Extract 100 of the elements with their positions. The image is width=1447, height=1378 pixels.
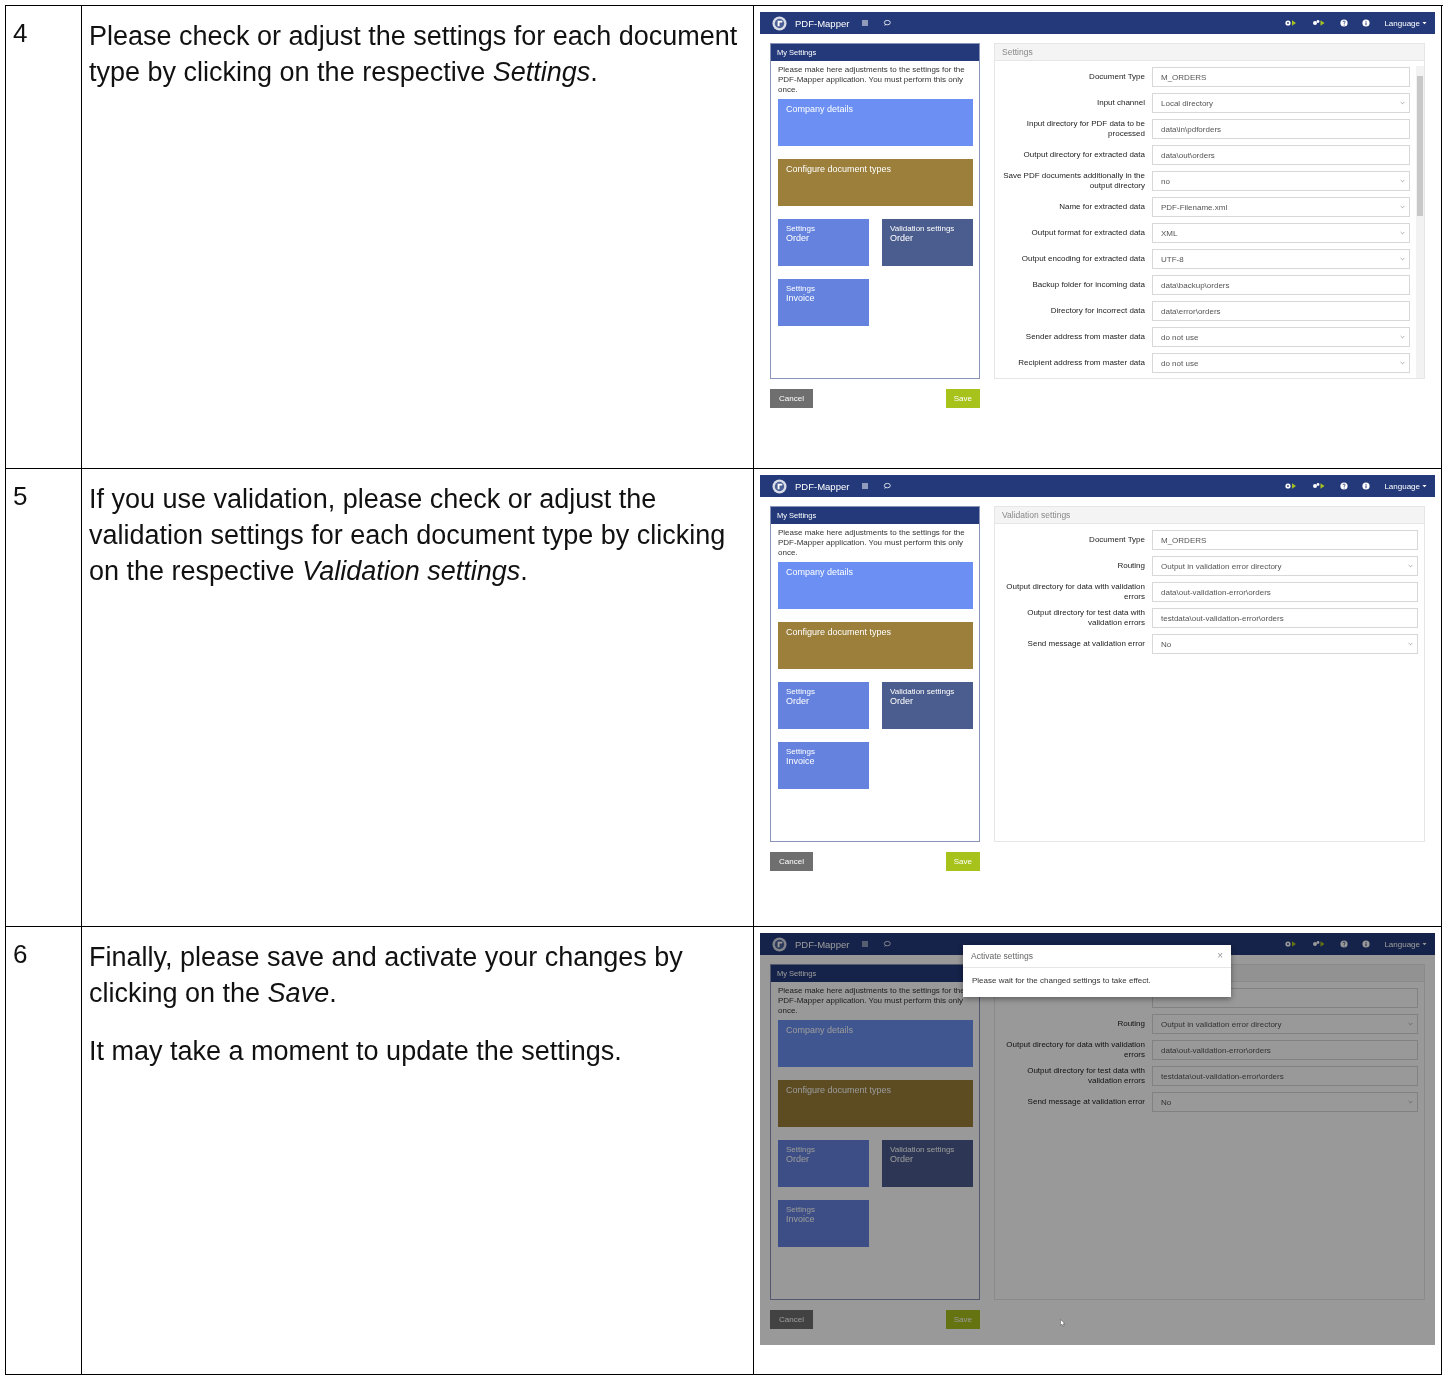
menu-icon[interactable] <box>861 482 870 490</box>
field-label: Output encoding for extracted data <box>1021 254 1145 263</box>
settings-tile[interactable]: Validation settings Order <box>882 1140 973 1187</box>
dropdown-field[interactable]: no <box>1152 171 1410 191</box>
panel-title: Settings <box>1002 47 1033 57</box>
chevron-down-icon <box>1408 564 1413 568</box>
chat-bubble-icon[interactable] <box>883 940 892 948</box>
help-icon[interactable] <box>1340 940 1349 948</box>
panel-intro: Please make here adjustments to the settings for the PDF-Mapper application. You must perform this only once. <box>777 64 966 96</box>
field-label: Name for extracted data <box>1059 202 1145 211</box>
settings-tile[interactable]: Company details <box>778 1020 973 1067</box>
language-menu[interactable]: Language <box>1384 939 1427 949</box>
caret-icon <box>1422 942 1427 946</box>
input-field[interactable]: testdata\out-validation-error\orders <box>1152 1066 1418 1086</box>
settings-tile[interactable]: Settings Order <box>778 1140 869 1187</box>
panel-intro: Please make here adjustments to the settings for the PDF-Mapper application. You must perform this only once. <box>777 527 966 559</box>
step-number: 4 <box>13 18 28 48</box>
field-label: Routing <box>1117 1019 1145 1028</box>
field-label: Routing <box>1117 561 1145 570</box>
menu-icon[interactable] <box>861 19 870 27</box>
help-icon[interactable] <box>1340 482 1349 490</box>
scrollbar[interactable] <box>1416 66 1424 378</box>
caret-icon <box>1422 21 1427 25</box>
input-field[interactable]: data\backup\orders <box>1152 275 1410 295</box>
mouse-cursor-icon <box>1060 1319 1066 1327</box>
input-field[interactable]: data\out-validation-error\orders <box>1152 1040 1418 1060</box>
chat-bubble-icon[interactable] <box>883 19 892 27</box>
field-label: Output directory for test data with validation errors <box>1027 608 1145 627</box>
info-icon[interactable] <box>1362 19 1371 27</box>
settings-tile[interactable]: Company details <box>778 562 973 609</box>
logo-icon <box>772 15 787 31</box>
cancel-button[interactable]: Cancel <box>770 852 813 871</box>
language-menu[interactable]: Language <box>1384 18 1427 28</box>
field-label: Document Type <box>1089 535 1145 544</box>
settings-tile[interactable]: Company details <box>778 99 973 146</box>
chat-bubble-icon[interactable] <box>883 482 892 490</box>
close-button[interactable]: × <box>1217 952 1223 960</box>
dropdown-field[interactable]: Output in validation error directory <box>1152 1014 1418 1034</box>
dropdown-field[interactable]: No <box>1152 634 1418 654</box>
caret-icon <box>1422 484 1427 488</box>
input-field[interactable]: data\out\orders <box>1152 145 1410 165</box>
input-field[interactable]: testdata\out-validation-error\orders <box>1152 608 1418 628</box>
settings-tile[interactable]: Configure document types <box>778 159 973 206</box>
info-icon[interactable] <box>1362 940 1371 948</box>
settings-tile[interactable]: Configure document types <box>778 1080 973 1127</box>
field-label: Output directory for test data with validation errors <box>1027 1066 1145 1085</box>
chevron-down-icon <box>1408 1100 1413 1104</box>
cancel-button[interactable]: Cancel <box>770 389 813 408</box>
gears-play-icon[interactable] <box>1312 19 1327 27</box>
dropdown-field[interactable]: XML <box>1152 223 1410 243</box>
settings-tile[interactable]: Settings Invoice <box>778 1200 869 1247</box>
dropdown-field[interactable]: do not use <box>1152 327 1410 347</box>
settings-tile[interactable]: Validation settings Order <box>882 682 973 729</box>
gears-play-icon[interactable] <box>1312 482 1327 490</box>
field-label: Save PDF documents additionally in the output directory <box>1003 171 1145 190</box>
chevron-down-icon <box>1400 335 1405 339</box>
input-field[interactable]: data\out-validation-error\orders <box>1152 582 1418 602</box>
settings-tile[interactable]: Settings Invoice <box>778 742 869 789</box>
input-field[interactable]: data\error\orders <box>1152 301 1410 321</box>
logo-icon <box>772 936 787 952</box>
field-label: Input directory for PDF data to be processed <box>1026 119 1145 138</box>
app-name: PDF-Mapper <box>795 480 850 492</box>
chevron-down-icon <box>1408 1022 1413 1026</box>
chevron-down-icon <box>1400 179 1405 183</box>
input-field[interactable]: M_ORDERS <box>1152 530 1418 550</box>
cancel-button[interactable]: Cancel <box>770 1310 813 1329</box>
step-number: 6 <box>13 939 28 969</box>
dropdown-field[interactable]: UTF-8 <box>1152 249 1410 269</box>
language-menu[interactable]: Language <box>1384 481 1427 491</box>
dropdown-field[interactable]: Local directory <box>1152 93 1410 113</box>
field-label: Input channel <box>1096 98 1145 107</box>
app-name: PDF-Mapper <box>795 938 850 950</box>
input-field[interactable]: M_ORDERS <box>1152 67 1410 87</box>
dialog-title: Activate settings <box>971 951 1033 961</box>
settings-tile[interactable]: Configure document types <box>778 622 973 669</box>
chevron-down-icon <box>1400 257 1405 261</box>
field-label: Document Type <box>1089 72 1145 81</box>
dropdown-field[interactable]: No <box>1152 1092 1418 1112</box>
field-label: Directory for incorrect data <box>1050 306 1145 315</box>
field-label: Send message at validation error <box>1027 639 1145 648</box>
settings-tile[interactable]: Validation settings Order <box>882 219 973 266</box>
field-label: Output directory for data with validation errors <box>1006 1040 1145 1059</box>
settings-tile[interactable]: Settings Order <box>778 219 869 266</box>
info-icon[interactable] <box>1362 482 1371 490</box>
settings-tile[interactable]: Settings Invoice <box>778 279 869 326</box>
instruction-text: Please check or adjust the settings for each document type by clicking on the respective Settings. <box>89 20 739 89</box>
input-field[interactable]: data\in\pdforders <box>1152 119 1410 139</box>
settings-tile[interactable]: Settings Order <box>778 682 869 729</box>
chevron-down-icon <box>1400 361 1405 365</box>
field-label: Output directory for extracted data <box>1023 150 1145 159</box>
field-label: Output format for extracted data <box>1031 228 1145 237</box>
field-label: Backup folder for incoming data <box>1032 280 1145 289</box>
dropdown-field[interactable]: do not use <box>1152 353 1410 373</box>
help-icon[interactable] <box>1340 19 1349 27</box>
dropdown-field[interactable]: Output in validation error directory <box>1152 556 1418 576</box>
dropdown-field[interactable]: PDF-Filename.xml <box>1152 197 1410 217</box>
field-label: Send message at validation error <box>1027 1097 1145 1106</box>
panel-title: Validation settings <box>1002 510 1071 520</box>
instruction-text: If you use validation, please check or adjust the validation settings for each document type by clicking on the respective Validation settings. <box>89 483 727 588</box>
gears-play-icon[interactable] <box>1312 940 1327 948</box>
